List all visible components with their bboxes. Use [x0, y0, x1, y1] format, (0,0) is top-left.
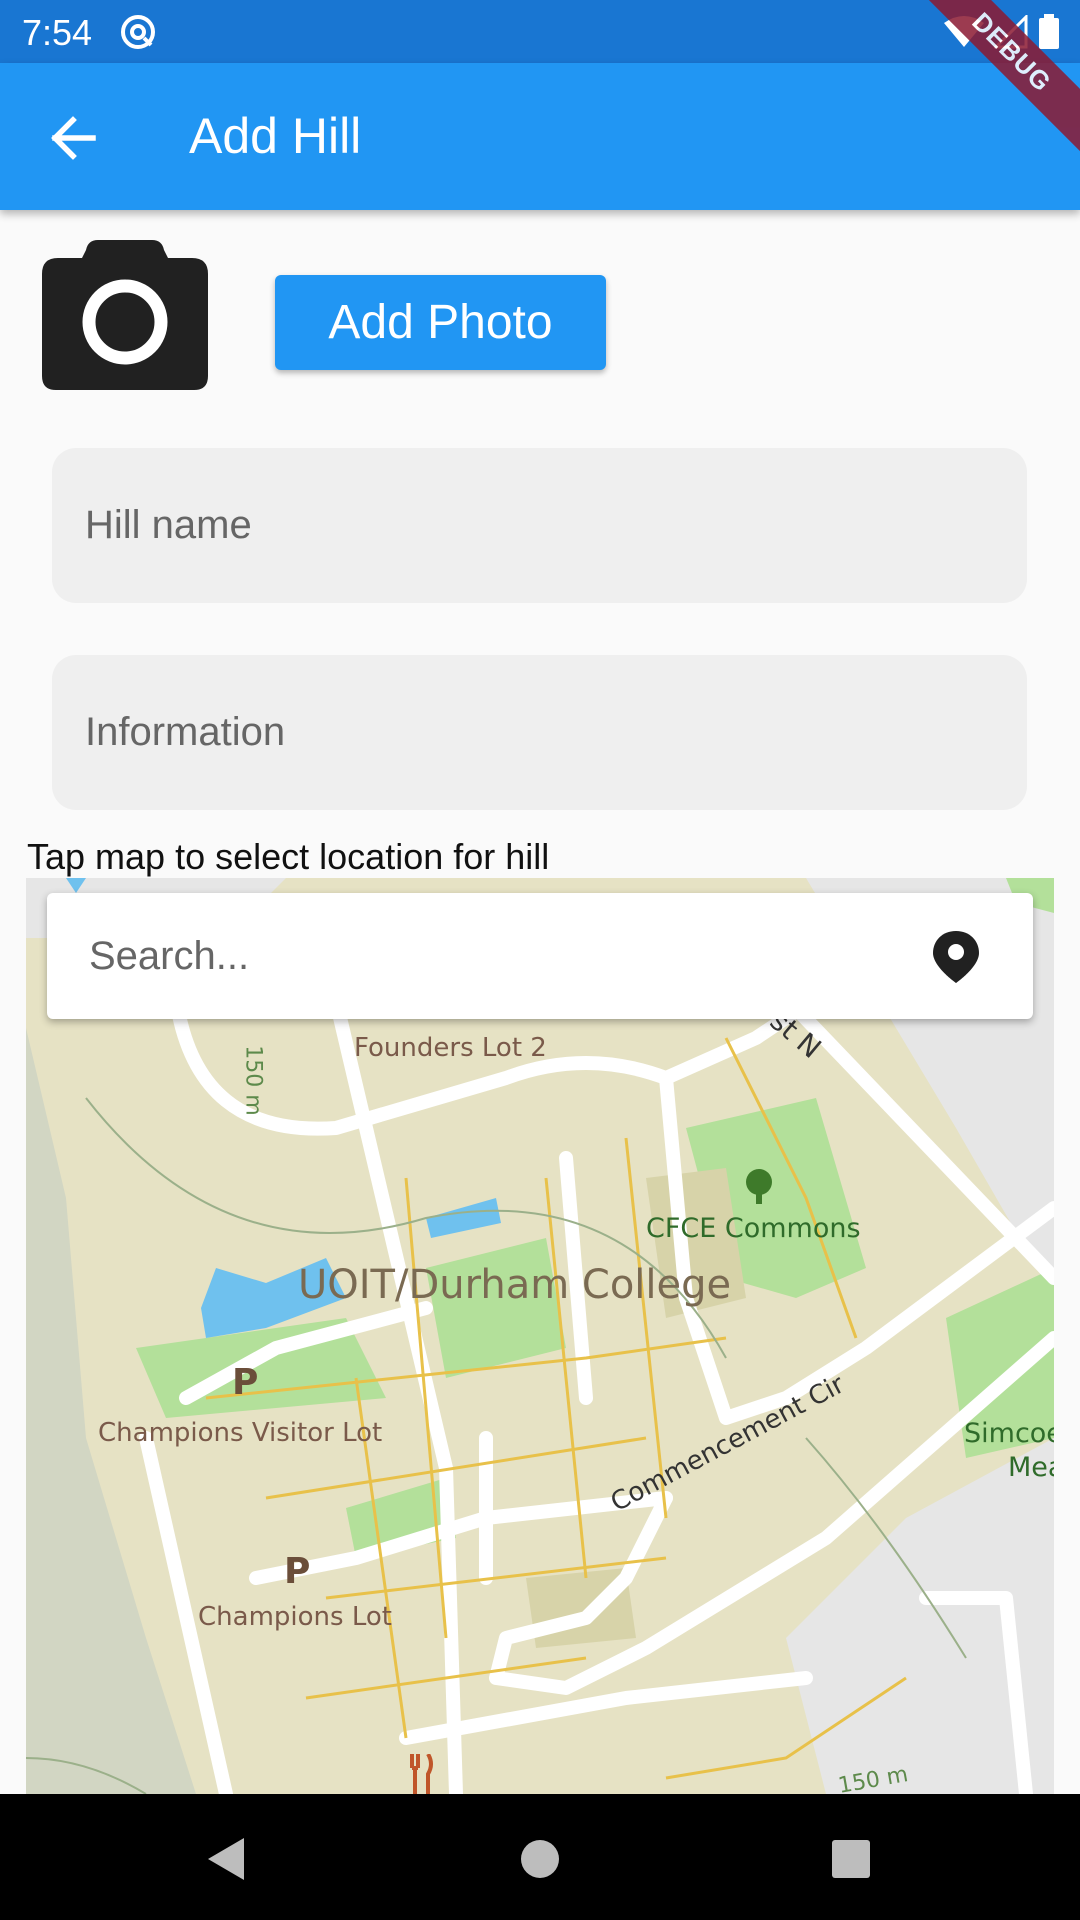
arrow-back-icon	[51, 116, 96, 160]
status-time: 7:54	[22, 12, 93, 53]
page-title: Add Hill	[189, 108, 362, 164]
battery-icon	[1039, 14, 1059, 49]
map-label-champions-lot: Champions Lot	[198, 1602, 392, 1632]
sync-icon	[121, 15, 155, 49]
information-field[interactable]	[52, 655, 1027, 810]
map-label-contour-left: 150 m	[240, 1045, 266, 1116]
parking-icon: P	[284, 1551, 311, 1592]
nav-home-icon[interactable]	[515, 1834, 565, 1884]
map-label-founders-lot: Founders Lot 2	[354, 1033, 547, 1063]
map-search-input[interactable]	[89, 933, 869, 979]
information-input[interactable]	[85, 710, 1027, 755]
camera-icon	[42, 240, 208, 390]
hill-name-input[interactable]	[85, 503, 1027, 548]
map-label-simcoe: Simcoe	[964, 1418, 1054, 1449]
hill-name-field[interactable]	[52, 448, 1027, 603]
status-bar: 7:54	[0, 0, 1080, 63]
map-label-cfce-commons: CFCE Commons	[646, 1213, 861, 1244]
map-label-champions-visitor-lot: Champions Visitor Lot	[98, 1418, 383, 1448]
back-button[interactable]	[38, 103, 108, 173]
add-hill-screen: 7:54 DEBUG Add Hill Add Photo Tap	[0, 0, 1080, 1920]
add-photo-button[interactable]: Add Photo	[275, 275, 606, 370]
map-search-bar[interactable]	[47, 893, 1033, 1019]
restaurant-icon	[410, 1754, 433, 1794]
nav-recents-icon[interactable]	[826, 1834, 876, 1884]
nav-back-icon[interactable]	[202, 1834, 252, 1884]
map-label-simcoe-2: Mea	[1008, 1452, 1054, 1483]
location-pin-icon[interactable]	[929, 929, 983, 985]
app-bar: Add Hill	[0, 63, 1080, 210]
system-nav-bar	[0, 1794, 1080, 1920]
map-caption: Tap map to select location for hill	[27, 836, 550, 877]
map-label-campus: UOIT/Durham College	[298, 1262, 732, 1308]
tree-icon	[746, 1169, 772, 1204]
parking-icon: P	[232, 1362, 259, 1403]
